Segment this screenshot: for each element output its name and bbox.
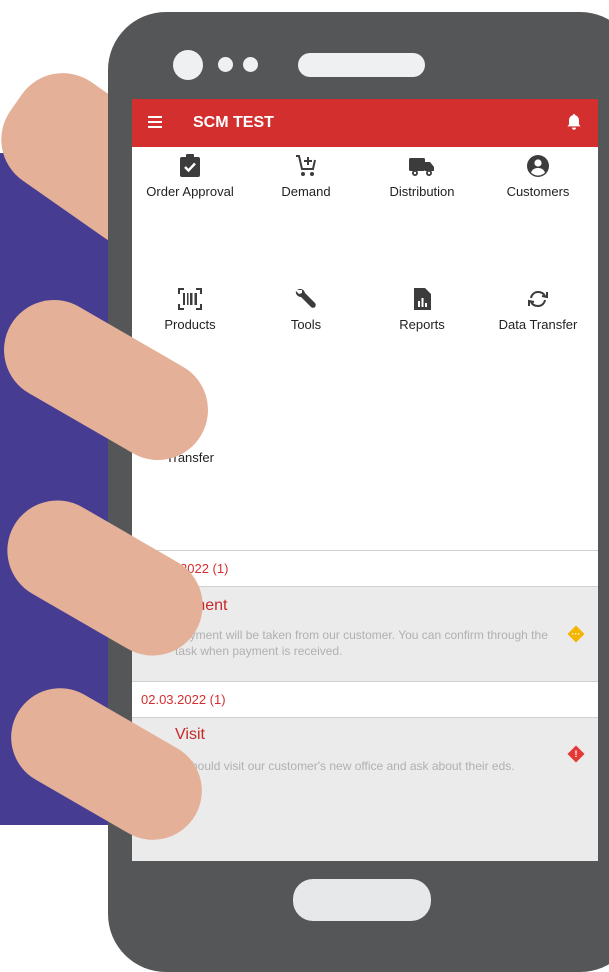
tile-order-approval[interactable]: Order Approval [132,154,248,199]
tile-label: Demand [281,184,331,199]
tile-label: Tools [290,317,322,332]
task-description: e should visit our customer's new office… [175,759,515,773]
tile-distribution[interactable]: Distribution [364,154,480,199]
app-title: SCM TEST [193,114,274,131]
tile-data-transfer[interactable]: Data Transfer [480,287,596,332]
tile-customers[interactable]: Customers [480,154,596,199]
cart-plus-icon [296,155,316,176]
divider [132,681,598,682]
more-horizontal-icon: ··· [571,629,581,639]
sync-icon [528,290,548,308]
account-circle-icon [527,155,549,177]
clipboard-check-icon [180,154,200,177]
sensor-dot [243,57,258,72]
date-group-header: 02.03.2022 (1) [132,683,598,717]
tile-label: Data Transfer [498,317,578,332]
hamburger-menu-icon[interactable] [148,116,162,128]
task-description: Payment will be taken from our customer.… [175,628,548,658]
app-bar: SCM TEST [132,99,598,147]
tile-label: Reports [399,317,445,332]
tile-label: Order Approval [146,184,234,199]
phone-speaker [298,53,425,77]
divider [132,550,598,551]
sensor-dot [218,57,233,72]
tile-reports[interactable]: Reports [364,287,480,332]
tile-label: Products [164,317,216,332]
bell-icon[interactable] [566,113,582,131]
truck-icon [409,158,434,176]
status-badge: ! [567,745,585,763]
tile-label: Customers [506,184,570,199]
wrench-icon [295,289,316,308]
task-title: Visit [175,726,205,743]
status-badge: ··· [567,625,585,643]
tile-demand[interactable]: Demand [248,154,364,199]
date-group-header: 2022 (1) [132,552,598,586]
barcode-scan-icon [178,288,202,310]
home-button[interactable] [293,879,431,921]
alert-icon: ! [574,749,578,759]
tile-tools[interactable]: Tools [248,287,364,332]
file-chart-icon [414,288,431,310]
app-screen: SCM TEST Order Approval Demand Distribut… [132,99,598,861]
tile-products[interactable]: Products [132,287,248,332]
tile-label: Distribution [389,184,455,199]
camera-icon [173,50,203,80]
